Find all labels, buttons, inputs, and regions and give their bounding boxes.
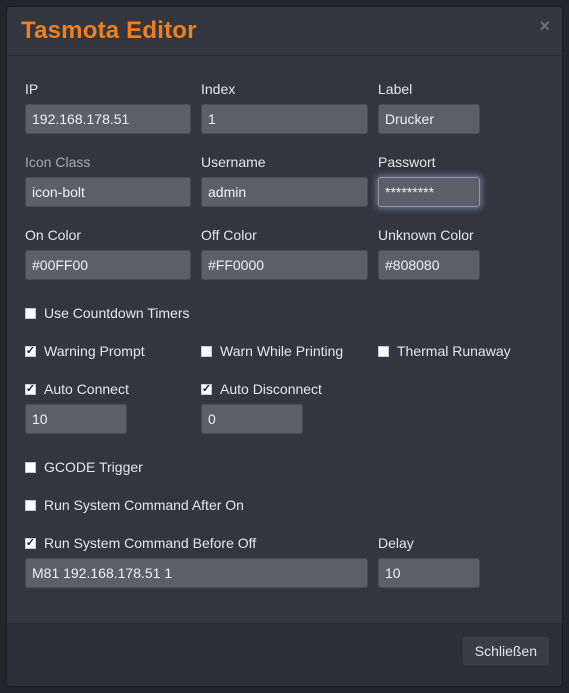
icon-class-input[interactable]: [25, 177, 191, 207]
password-label: Passwort: [378, 154, 436, 170]
delay-label: Delay: [378, 535, 414, 551]
warning-prompt-label: Warning Prompt: [44, 343, 145, 359]
warning-prompt-checkbox[interactable]: ✓ Warning Prompt: [25, 343, 145, 359]
icon-class-label: Icon Class: [25, 154, 91, 170]
thermal-runaway-label: Thermal Runaway: [397, 343, 511, 359]
delay-input[interactable]: [378, 558, 480, 588]
ip-input[interactable]: [25, 104, 191, 134]
checkbox-box[interactable]: [25, 461, 36, 473]
ip-label: IP: [25, 81, 39, 97]
auto-disconnect-checkbox[interactable]: ✓ Auto Disconnect: [201, 381, 322, 397]
checkmark-icon[interactable]: ✓: [25, 537, 36, 549]
username-input[interactable]: [201, 177, 368, 207]
dialog-footer: Schließen: [7, 623, 562, 686]
checkmark-icon[interactable]: ✓: [201, 383, 212, 395]
off-color-label: Off Color: [201, 227, 257, 243]
auto-disconnect-label: Auto Disconnect: [220, 381, 322, 397]
index-label: Index: [201, 81, 236, 97]
gcode-trigger-checkbox[interactable]: GCODE Trigger: [25, 459, 143, 475]
auto-connect-label: Auto Connect: [44, 381, 129, 397]
warn-while-printing-checkbox[interactable]: Warn While Printing: [201, 343, 343, 359]
on-color-input[interactable]: [25, 250, 191, 280]
unknown-color-input[interactable]: [378, 250, 480, 280]
run-command-before-off-checkbox[interactable]: ✓ Run System Command Before Off: [25, 535, 256, 551]
run-command-after-on-checkbox[interactable]: Run System Command After On: [25, 497, 244, 513]
checkbox-box[interactable]: [25, 499, 36, 511]
label-input[interactable]: [378, 104, 480, 134]
checkbox-box[interactable]: [201, 345, 212, 357]
on-color-label: On Color: [25, 227, 82, 243]
use-countdown-timers-checkbox[interactable]: Use Countdown Timers: [25, 305, 190, 321]
close-icon[interactable]: ×: [539, 17, 550, 35]
warn-while-printing-label: Warn While Printing: [220, 343, 344, 359]
auto-connect-delay-input[interactable]: [25, 404, 127, 434]
username-label: Username: [201, 154, 266, 170]
run-command-after-on-label: Run System Command After On: [44, 497, 244, 513]
close-button[interactable]: Schließen: [461, 636, 550, 666]
checkbox-box[interactable]: [378, 345, 389, 357]
tasmota-editor-dialog: Tasmota Editor × IP Index Label Icon Cla…: [6, 6, 563, 687]
dialog-title: Tasmota Editor: [21, 17, 197, 44]
auto-disconnect-delay-input[interactable]: [201, 404, 303, 434]
dialog-header: Tasmota Editor ×: [7, 7, 562, 56]
password-input[interactable]: [378, 177, 480, 207]
checkmark-icon[interactable]: ✓: [25, 383, 36, 395]
command-before-off-input[interactable]: [25, 558, 368, 588]
checkbox-box[interactable]: [25, 307, 36, 319]
auto-connect-checkbox[interactable]: ✓ Auto Connect: [25, 381, 129, 397]
index-input[interactable]: [201, 104, 368, 134]
label-label: Label: [378, 81, 413, 97]
run-command-before-off-label: Run System Command Before Off: [44, 535, 257, 551]
unknown-color-label: Unknown Color: [378, 227, 474, 243]
checkmark-icon[interactable]: ✓: [25, 345, 36, 357]
thermal-runaway-checkbox[interactable]: Thermal Runaway: [378, 343, 511, 359]
gcode-trigger-label: GCODE Trigger: [44, 459, 143, 475]
use-countdown-timers-label: Use Countdown Timers: [44, 305, 190, 321]
off-color-input[interactable]: [201, 250, 368, 280]
dialog-body: IP Index Label Icon Class Username Passw…: [7, 55, 562, 624]
